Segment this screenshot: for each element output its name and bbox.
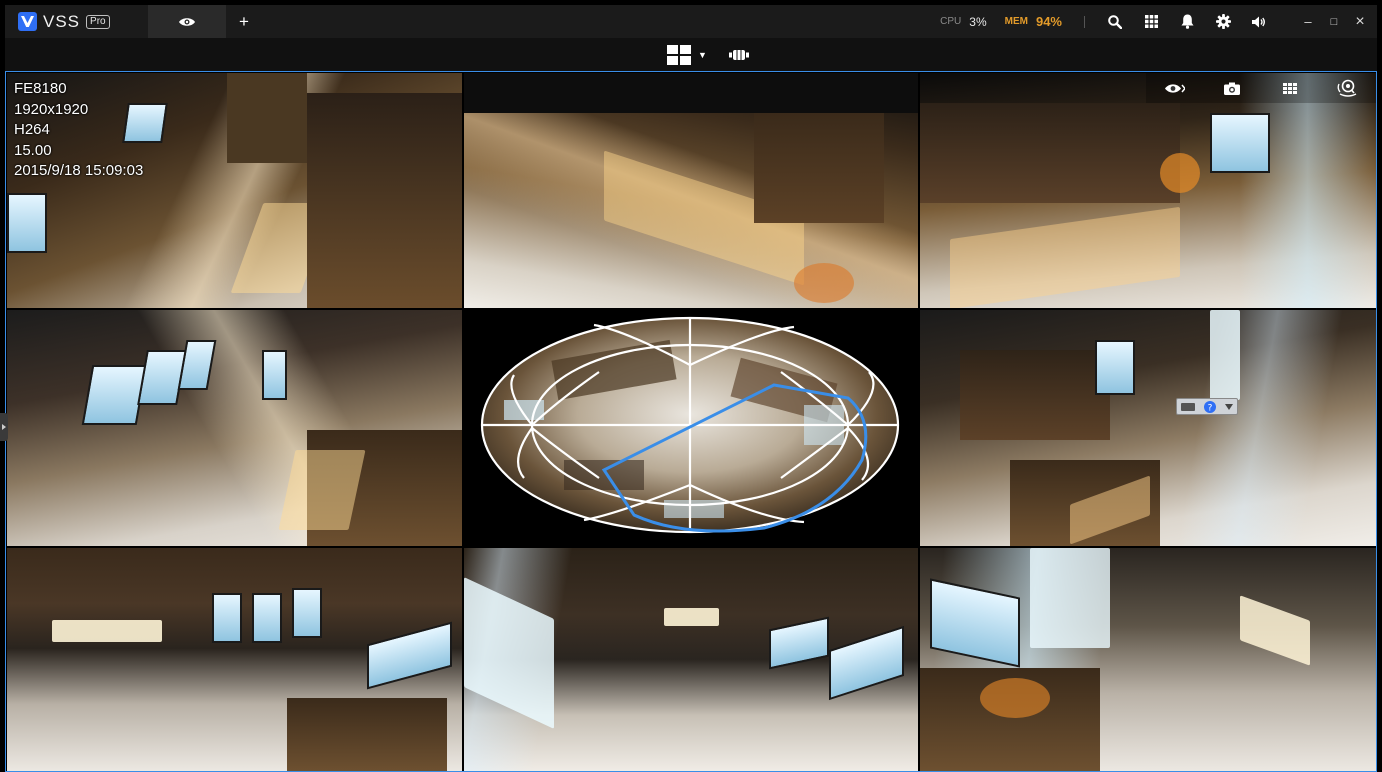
- video-cell-9[interactable]: [920, 548, 1376, 771]
- layout-grid-icon: [667, 44, 692, 65]
- layout-selector[interactable]: ▼: [667, 44, 707, 65]
- camera-timestamp: 2015/9/18 15:09:03: [14, 162, 144, 179]
- mem-value: 94%: [1035, 14, 1062, 29]
- volume-button[interactable]: [1241, 5, 1277, 38]
- camera-view-image: [7, 310, 462, 546]
- apps-grid-icon: [1144, 15, 1158, 28]
- minimize-button[interactable]: –: [1295, 5, 1321, 38]
- search-icon: [1108, 14, 1122, 29]
- app-logo: VSS Pro: [18, 12, 143, 32]
- liveview-toggle-button[interactable]: [1162, 77, 1188, 99]
- fisheye-overview-cell[interactable]: [464, 310, 918, 546]
- settings-button[interactable]: [1205, 5, 1241, 38]
- layout-grid-icon: [1282, 82, 1297, 94]
- cell-toolbar: [1146, 73, 1376, 103]
- camera-view-image: [464, 548, 918, 771]
- fisheye-overview-image[interactable]: [464, 310, 918, 546]
- speaker-icon: [1252, 16, 1265, 27]
- eye-icon: [179, 17, 195, 26]
- mem-label: MEM: [1004, 16, 1028, 27]
- cpu-label: CPU: [940, 16, 962, 27]
- add-tab-button[interactable]: +: [226, 5, 262, 38]
- pro-badge: Pro: [86, 14, 110, 29]
- fisheye-panorama-icon: [728, 49, 749, 60]
- camera-model: FE8180: [14, 80, 67, 97]
- camera-codec: H264: [14, 121, 50, 138]
- video-cell-2[interactable]: [464, 73, 918, 308]
- video-cell-7[interactable]: [7, 548, 462, 771]
- app-name: VSS: [43, 11, 81, 31]
- side-panel-toggle[interactable]: [0, 413, 8, 441]
- dewarp-layout-button[interactable]: [1277, 77, 1303, 99]
- ptz-keyboard-icon: [1181, 402, 1196, 411]
- video-cell-6[interactable]: ?: [920, 310, 1376, 546]
- svg-text:?: ?: [1208, 403, 1213, 413]
- chevron-down-icon: [1224, 403, 1233, 410]
- fisheye-dewarp-icon: [1337, 79, 1357, 97]
- camera-view-image: [7, 548, 462, 771]
- camera-icon: [1224, 82, 1241, 95]
- gear-icon: [1215, 14, 1231, 29]
- camera-view-image: [464, 73, 918, 308]
- chevron-right-icon: [2, 424, 6, 430]
- divider: [1084, 15, 1085, 28]
- video-cell-3[interactable]: [920, 73, 1376, 308]
- maximize-button[interactable]: □: [1321, 5, 1347, 38]
- camera-info-overlay: FE8180 1920x1920 H264 15.00 2015/9/18 15…: [14, 79, 143, 182]
- eye-icon: [1164, 83, 1185, 93]
- layout-toolbar: ▼: [5, 38, 1377, 71]
- search-button[interactable]: [1097, 5, 1133, 38]
- camera-view-image: [920, 548, 1376, 771]
- video-grid: FE8180 1920x1920 H264 15.00 2015/9/18 15…: [5, 71, 1377, 772]
- apps-button[interactable]: [1133, 5, 1169, 38]
- ptz-control-widget[interactable]: ?: [1176, 398, 1238, 415]
- title-bar: VSS Pro + CPU 3% MEM 94% – □ ×: [5, 5, 1377, 38]
- video-cell-1[interactable]: FE8180 1920x1920 H264 15.00 2015/9/18 15…: [7, 73, 462, 308]
- vivotek-logo-icon: [18, 12, 37, 31]
- snapshot-button[interactable]: [1219, 77, 1245, 99]
- tab-liveview[interactable]: [148, 5, 226, 38]
- video-cell-8[interactable]: [464, 548, 918, 771]
- fisheye-dewarp-button[interactable]: [1334, 77, 1360, 99]
- video-cell-4[interactable]: [7, 310, 462, 546]
- cpu-value: 3%: [969, 14, 987, 29]
- help-icon: ?: [1203, 400, 1216, 413]
- notifications-button[interactable]: [1169, 5, 1205, 38]
- fisheye-mode-button[interactable]: [728, 49, 749, 61]
- camera-view-image: [920, 310, 1376, 546]
- camera-resolution: 1920x1920: [14, 100, 89, 118]
- camera-view-image: [920, 73, 1376, 308]
- chevron-down-icon: ▼: [698, 49, 707, 60]
- bell-icon: [1181, 14, 1193, 29]
- camera-fps: 15.00: [14, 141, 52, 159]
- close-button[interactable]: ×: [1347, 5, 1373, 38]
